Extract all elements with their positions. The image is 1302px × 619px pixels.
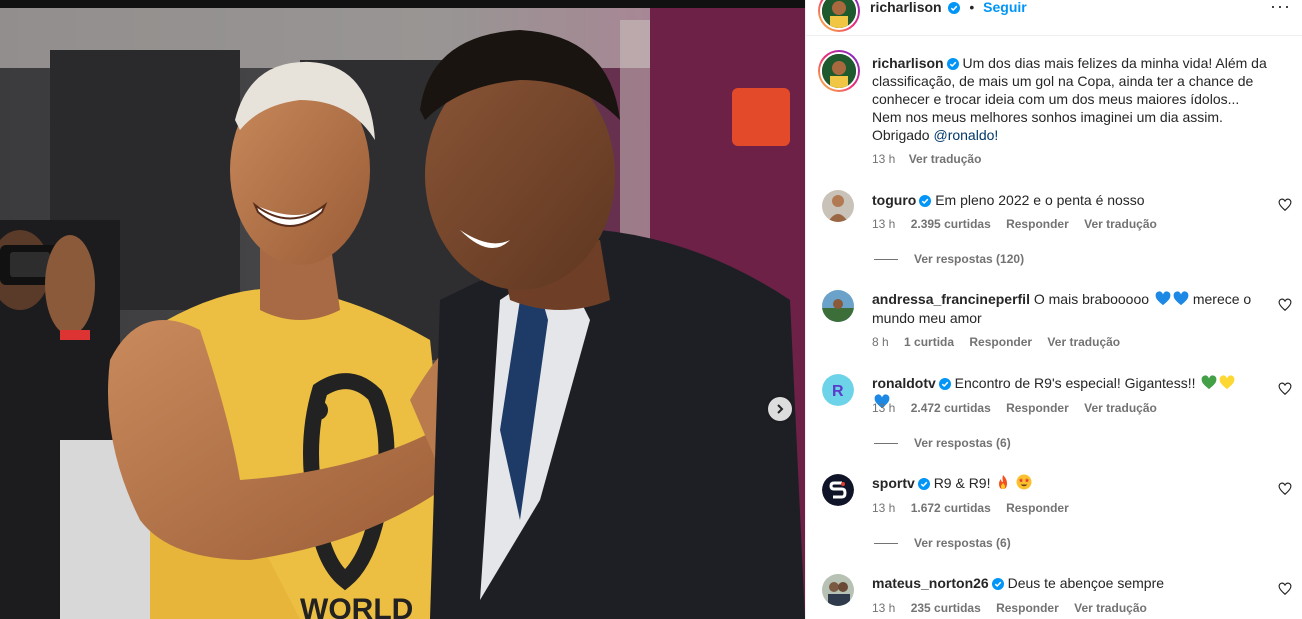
comment-meta: 13 h 1.672 curtidas Responder (872, 501, 1081, 515)
comment-translate-link[interactable]: Ver tradução (1084, 401, 1157, 415)
comment-avatar[interactable] (822, 474, 854, 506)
verified-badge-icon (917, 478, 930, 490)
comment-likes[interactable]: 2.472 curtidas (911, 401, 991, 415)
replies-divider (874, 543, 898, 545)
comment-avatar[interactable]: R (822, 374, 854, 406)
comment-username[interactable]: andressa_francineperfil (872, 291, 1030, 307)
comment-meta: 13 h 235 curtidas Responder Ver tradução (872, 601, 1159, 615)
verified-badge-icon (991, 578, 1004, 590)
comment-translate-link[interactable]: Ver tradução (1084, 217, 1157, 231)
comment-body: andressa_francineperfil O mais brabooooo… (872, 290, 1262, 328)
comment-body: mateus_norton26 Deus te abençoe sempre (872, 574, 1242, 593)
more-options-icon[interactable]: ··· (1270, 0, 1291, 17)
comment-text: R9 & R9! (933, 475, 991, 491)
follow-button[interactable]: Seguir (983, 0, 1027, 15)
author-username[interactable]: richarlison (870, 0, 942, 15)
comment-time[interactable]: 13 h (872, 601, 895, 615)
caption-avatar[interactable] (818, 50, 860, 92)
fire-emoji-icon (999, 475, 1008, 489)
view-replies-button[interactable]: Ver respostas (6) (874, 436, 1011, 450)
comment-reply-button[interactable]: Responder (969, 335, 1032, 349)
view-replies-button[interactable]: Ver respostas (6) (874, 536, 1011, 550)
separator-dot: • (969, 0, 975, 15)
comment-time[interactable]: 13 h (872, 401, 895, 415)
comment-username[interactable]: ronaldotv (872, 375, 936, 391)
comment-avatar[interactable] (822, 190, 854, 222)
post-header: richarlison • Seguir ··· (806, 0, 1302, 36)
comment-meta: 13 h 2.395 curtidas Responder Ver traduç… (872, 217, 1169, 231)
green-heart-icon (1201, 375, 1217, 390)
comment-text: O mais brabooooo (1033, 291, 1150, 307)
comment-meta: 13 h 2.472 curtidas Responder Ver traduç… (872, 401, 1169, 415)
comment-meta: 8 h 1 curtida Responder Ver tradução (872, 335, 1132, 349)
comment-username[interactable]: toguro (872, 192, 916, 208)
comment-text: Deus te abençoe sempre (1007, 575, 1165, 591)
comment-username[interactable]: mateus_norton26 (872, 575, 989, 591)
replies-divider (874, 443, 898, 445)
view-replies-button[interactable]: Ver respostas (120) (874, 252, 1024, 266)
header-author: richarlison • Seguir (870, 0, 1027, 14)
post-photo: WORLD (0, 0, 805, 619)
heart-icon[interactable] (1278, 382, 1292, 396)
caption-mention-link[interactable]: @ronaldo! (933, 127, 998, 143)
comment-avatar[interactable] (822, 574, 854, 606)
comment-text: Encontro de R9's especial! Gigantess!! (954, 375, 1196, 391)
heart-icon[interactable] (1278, 198, 1292, 212)
comment-time[interactable]: 13 h (872, 501, 895, 515)
comment-likes[interactable]: 235 curtidas (911, 601, 981, 615)
comment-reply-button[interactable]: Responder (1006, 217, 1069, 231)
comment-body: sportv R9 & R9! (872, 474, 1242, 493)
comment-reply-button[interactable]: Responder (996, 601, 1059, 615)
author-avatar[interactable] (818, 0, 860, 32)
svg-text:WORLD: WORLD (300, 593, 413, 619)
post-caption: richarlison Um dos dias mais felizes da … (872, 54, 1272, 144)
caption-username[interactable]: richarlison (872, 55, 944, 71)
comment-reply-button[interactable]: Responder (1006, 501, 1069, 515)
verified-badge-icon (938, 378, 951, 390)
comment-avatar[interactable] (822, 290, 854, 322)
comment-time[interactable]: 13 h (872, 217, 895, 231)
heart-icon[interactable] (1278, 298, 1292, 312)
caption-time[interactable]: 13 h (872, 152, 895, 166)
blue-heart-icon (1173, 291, 1189, 306)
star-struck-emoji-icon (1016, 474, 1032, 490)
heart-icon[interactable] (1278, 582, 1292, 596)
comment-translate-link[interactable]: Ver tradução (1074, 601, 1147, 615)
verified-badge-icon (948, 2, 961, 14)
view-replies-label: Ver respostas (6) (914, 436, 1011, 450)
comment-time[interactable]: 8 h (872, 335, 889, 349)
comment-likes[interactable]: 1.672 curtidas (911, 501, 991, 515)
verified-badge-icon (919, 195, 932, 207)
caption-translate-link[interactable]: Ver tradução (909, 152, 982, 166)
svg-text:R: R (832, 383, 844, 400)
chevron-right-icon (777, 404, 784, 414)
comment-translate-link[interactable]: Ver tradução (1047, 335, 1120, 349)
comment-body: toguro Em pleno 2022 e o penta é nosso (872, 191, 1242, 210)
view-replies-label: Ver respostas (6) (914, 536, 1011, 550)
comment-username[interactable]: sportv (872, 475, 915, 491)
blue-heart-icon (1155, 291, 1171, 306)
heart-icon[interactable] (1278, 482, 1292, 496)
comment-likes[interactable]: 2.395 curtidas (911, 217, 991, 231)
comment-likes[interactable]: 1 curtida (904, 335, 954, 349)
photo-illustration: WORLD (0, 0, 805, 619)
replies-divider (874, 259, 898, 261)
next-photo-button[interactable] (768, 397, 792, 421)
verified-badge-icon (946, 58, 959, 70)
view-replies-label: Ver respostas (120) (914, 252, 1025, 266)
comment-reply-button[interactable]: Responder (1006, 401, 1069, 415)
post-side-panel: richarlison • Seguir ··· richarlison Um … (805, 0, 1302, 619)
comment-text: Em pleno 2022 e o penta é nosso (935, 192, 1145, 208)
yellow-heart-icon (1219, 375, 1235, 390)
caption-meta: 13 h Ver tradução (872, 152, 981, 166)
